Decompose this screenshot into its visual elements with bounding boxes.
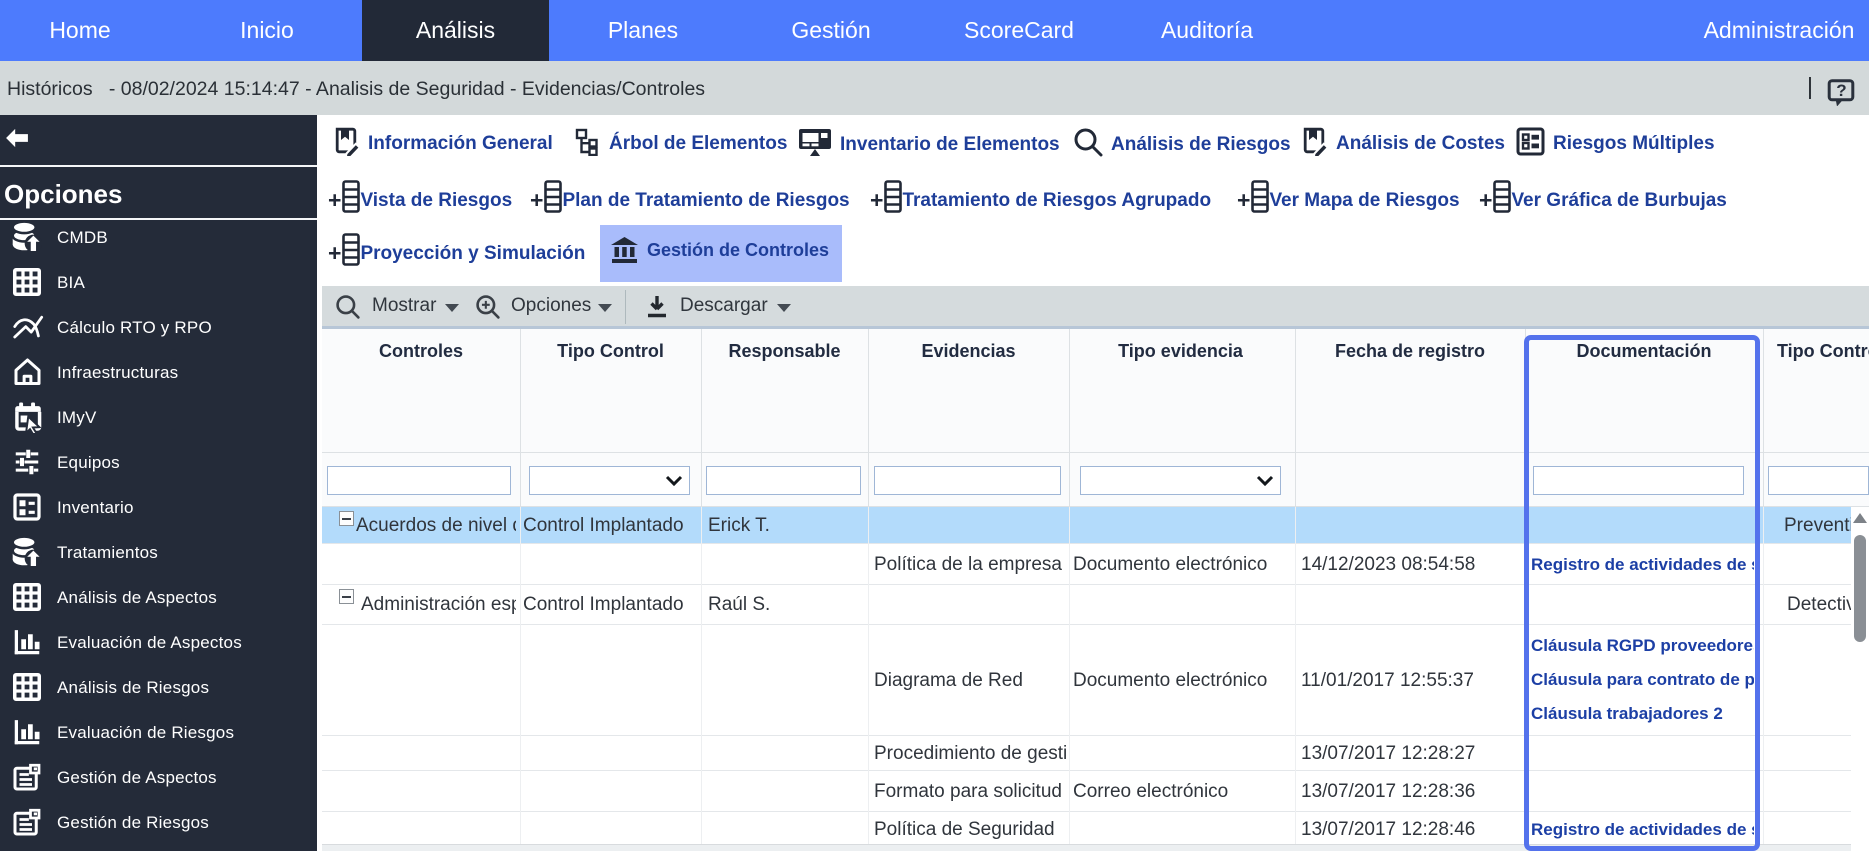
svg-text:?: ? (1836, 81, 1846, 100)
